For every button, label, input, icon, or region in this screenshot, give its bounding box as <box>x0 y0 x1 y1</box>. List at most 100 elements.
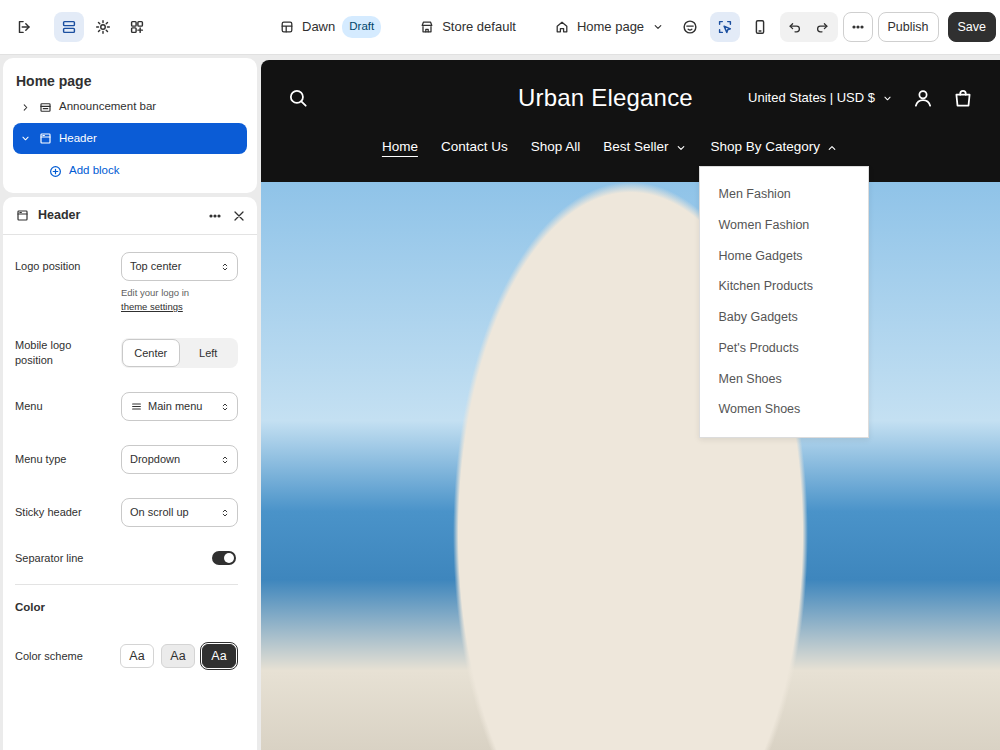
settings-more-button[interactable] <box>207 208 223 224</box>
nav-item[interactable]: Best Seller <box>603 135 687 160</box>
help-link[interactable]: theme settings <box>121 300 238 314</box>
header-icon <box>38 131 53 146</box>
field-label: Separator line <box>15 551 103 566</box>
apps-button[interactable] <box>122 12 152 42</box>
mobile-view-button[interactable] <box>745 12 775 42</box>
color-swatch[interactable]: Aa <box>200 642 238 670</box>
dropdown-item[interactable]: Baby Gadgets <box>700 302 868 333</box>
bag-icon[interactable] <box>952 87 974 109</box>
section-item[interactable]: Header <box>13 123 247 154</box>
dropdown-item[interactable]: Men Shoes <box>700 364 868 395</box>
dropdown-item[interactable]: Home Gadgets <box>700 241 868 272</box>
setting-row: Mobile logo position CenterLeft <box>15 338 238 368</box>
nav-item[interactable]: Shop All <box>531 135 581 160</box>
field-label: Menu <box>15 399 103 414</box>
context-label: Store default <box>442 17 516 37</box>
toggle-switch[interactable] <box>212 551 236 565</box>
add-block-label: Add block <box>69 162 120 179</box>
close-icon[interactable] <box>231 208 247 224</box>
nav-link[interactable]: Shop By Category <box>711 137 840 157</box>
home-icon <box>554 19 570 35</box>
dropdown-item[interactable]: Women Shoes <box>700 394 868 425</box>
user-icon[interactable] <box>912 87 934 109</box>
publish-button[interactable]: Publish <box>878 12 939 42</box>
field-label: Mobile logo position <box>15 338 103 368</box>
field-help: Edit your logo intheme settings <box>121 286 238 314</box>
redo-button[interactable] <box>809 12 836 42</box>
color-swatch[interactable]: Aa <box>159 642 197 670</box>
settings-button[interactable] <box>88 12 118 42</box>
more-button[interactable] <box>843 12 873 42</box>
store-icon <box>419 19 435 35</box>
add-block-button[interactable]: Add block <box>13 157 247 185</box>
chevron-down-icon <box>651 20 665 34</box>
locale-label: United States | USD $ <box>748 88 875 108</box>
chevron-down-icon[interactable] <box>19 132 32 145</box>
page-picker[interactable]: Home page <box>554 17 665 37</box>
section-item[interactable]: Announcement bar <box>13 94 247 120</box>
select-value: Top center <box>130 258 181 275</box>
inspector-button[interactable] <box>710 12 740 42</box>
exit-button[interactable] <box>9 12 39 42</box>
nav-link[interactable]: Shop All <box>531 137 581 157</box>
theme-picker[interactable]: DawnDraft <box>279 16 381 37</box>
setting-row: Logo positionTop center <box>15 252 238 281</box>
updown-icon <box>219 454 231 466</box>
panel-title: Home page <box>16 71 247 91</box>
page-label: Home page <box>577 17 644 37</box>
setting-field: Mobile logo position CenterLeft <box>15 338 238 368</box>
nav-item[interactable]: Home <box>382 135 418 160</box>
close-button[interactable] <box>231 208 247 224</box>
select-value: Dropdown <box>130 451 180 468</box>
segment-option[interactable]: Center <box>122 339 180 367</box>
dropdown-item[interactable]: Kitchen Products <box>700 271 868 302</box>
color-swatch[interactable]: Aa <box>118 642 156 670</box>
nav-label: Best Seller <box>603 137 668 157</box>
settings-panel: HeaderLogo positionTop centerEdit your l… <box>3 197 257 750</box>
exit-icon <box>15 18 33 36</box>
more-icon[interactable] <box>207 208 223 224</box>
search-icon[interactable] <box>287 87 309 109</box>
dropdown-item[interactable]: Women Fashion <box>700 210 868 241</box>
dropdown-item[interactable]: Men Fashion <box>700 179 868 210</box>
nav-link[interactable]: Home <box>382 137 418 157</box>
setting-field: Separator line <box>15 551 238 566</box>
customer-view-button[interactable] <box>675 12 705 42</box>
save-button[interactable]: Save <box>948 12 997 42</box>
context-picker[interactable]: Store default <box>419 17 516 37</box>
nav-item[interactable]: Shop By CategoryMen FashionWomen Fashion… <box>711 135 840 160</box>
select-value: On scroll up <box>130 504 189 521</box>
updown-icon <box>219 401 231 413</box>
help-text: Edit your logo in <box>121 286 238 300</box>
nav-link[interactable]: Best Seller <box>603 137 687 157</box>
history-controls <box>780 12 838 42</box>
updown-icon <box>219 507 231 519</box>
dropdown-item[interactable]: Pet's Products <box>700 333 868 364</box>
swatch-label: Aa <box>170 647 185 666</box>
undo-button[interactable] <box>782 12 809 42</box>
editor-toolbar: DawnDraft Store default Home page Publish Sa… <box>0 0 1000 55</box>
editor-actions: Publish Save <box>675 12 997 42</box>
field-label: Sticky header <box>15 505 103 520</box>
sections-button[interactable] <box>54 12 84 42</box>
locale-picker[interactable]: United States | USD $ <box>748 88 894 108</box>
undo-icon <box>787 19 803 35</box>
select-field[interactable]: Dropdown <box>121 445 238 474</box>
redo-icon <box>814 19 830 35</box>
nav-item[interactable]: Contact Us <box>441 135 508 160</box>
sections-panel: Home page Announcement bar Header Add block <box>3 58 257 193</box>
header-left <box>287 87 518 109</box>
editor-tools <box>9 12 152 42</box>
segment-option[interactable]: Left <box>180 339 238 367</box>
store-name[interactable]: Urban Elegance <box>518 80 693 116</box>
field-label: Color scheme <box>15 649 103 664</box>
setting-row: Menu Main menu <box>15 392 238 421</box>
select-field[interactable]: Top center <box>121 252 238 281</box>
select-field[interactable]: Main menu <box>121 392 238 421</box>
select-field[interactable]: On scroll up <box>121 498 238 527</box>
gear-icon <box>94 18 112 36</box>
hero-image <box>261 182 1000 750</box>
swatch-fill: Aa <box>202 644 236 668</box>
chevron-right-icon[interactable] <box>19 101 32 114</box>
nav-link[interactable]: Contact Us <box>441 137 508 157</box>
